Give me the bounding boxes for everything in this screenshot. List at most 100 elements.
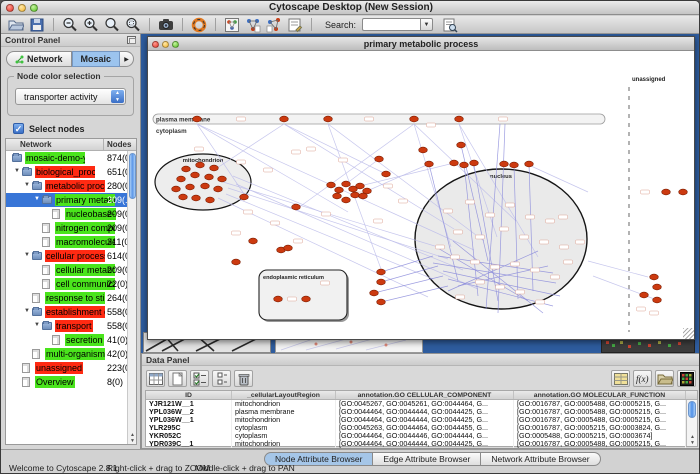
snapshot-camera-icon[interactable] [157,17,175,32]
network-node[interactable] [196,162,205,168]
layout-a-icon[interactable] [244,17,262,32]
network-node[interactable] [274,296,283,302]
expand-arrow-icon[interactable]: ▼ [34,196,40,202]
network-node[interactable] [280,116,289,122]
network-node[interactable] [455,116,464,122]
network-view-titlebar[interactable]: primary metabolic process [148,37,694,51]
tree-row[interactable]: response to stimulu264(0) [6,291,136,305]
tree-row[interactable]: ▼cellular process614(0) [6,249,136,263]
combo-stepper-icon[interactable]: ▲▼ [111,90,124,103]
tab-edge-attribute-browser[interactable]: Edge Attribute Browser [373,452,481,466]
function-builder-icon[interactable]: f(x) [633,370,652,387]
network-node[interactable] [377,279,386,285]
network-node[interactable] [500,161,509,167]
network-node[interactable] [351,192,360,198]
table-scrollbar-thumb[interactable] [688,401,696,418]
tree-row[interactable]: ▼metabolic process280(0) [6,179,136,193]
layout-b-icon[interactable] [265,17,283,32]
tab-mosaic[interactable]: Mosaic [72,51,121,67]
network-node[interactable] [460,162,469,168]
attribute-select-icon[interactable] [146,370,165,387]
node-color-combobox[interactable]: transporter activity ▲▼ [15,88,126,105]
network-node[interactable] [324,116,333,122]
network-node[interactable] [333,193,342,199]
table-scrollbar[interactable]: ▲▼ [686,400,697,446]
tree-row[interactable]: ▼primary metabo209(... [6,193,136,207]
network-node[interactable] [302,296,311,302]
network-node[interactable] [650,274,659,280]
network-view-frame[interactable]: primary metabolic process plasma membran… [147,36,695,340]
float-panel-icon[interactable] [127,36,136,44]
network-node[interactable] [210,165,219,171]
expand-arrow-icon[interactable]: ▼ [24,252,30,258]
network-node[interactable] [218,176,227,182]
resize-grip[interactable] [683,328,694,339]
network-node[interactable] [186,184,195,190]
table-row[interactable]: YJR121W__1mitochondrion[GO:0045267, GO:0… [146,400,697,408]
tree-row[interactable]: macromolecule311(0) [6,235,136,249]
tree-row[interactable]: unassigned223(0) [6,361,136,375]
table-row[interactable]: YPL036W__1mitochondrion[GO:0044464, GO:0… [146,416,697,424]
network-node[interactable] [370,290,379,296]
network-node[interactable] [292,204,301,210]
save-icon[interactable] [28,17,46,32]
table-column-header[interactable]: _cellularLayoutRegion [232,391,336,399]
tree-row[interactable]: Overview8(0) [6,375,136,389]
network-node[interactable] [240,194,249,200]
network-node[interactable] [177,176,186,182]
network-node[interactable] [205,174,214,180]
network-node[interactable] [377,269,386,275]
network-canvas[interactable]: plasma membranecytoplasmmitochondrionnuc… [148,51,694,339]
window-titlebar[interactable]: Cytoscape Desktop (New Session) [1,1,700,15]
attribute-checklist-icon[interactable] [190,370,209,387]
tree-row[interactable]: ▼establishment of lo558(0) [6,305,136,319]
expand-arrow-icon[interactable]: ▼ [34,322,40,328]
matrix-heatmap-icon[interactable] [677,370,696,387]
network-manager-icon[interactable] [223,17,241,32]
tree-row[interactable]: cellular metabo209(0) [6,263,136,277]
network-node[interactable] [425,161,434,167]
network-node[interactable] [327,182,336,188]
table-row[interactable]: YDR039C__1mitochondrion[GO:0044464, GO:0… [146,440,697,448]
zoom-in-icon[interactable] [82,17,100,32]
network-node[interactable] [342,181,351,187]
network-node[interactable] [342,197,351,203]
network-node[interactable] [510,162,519,168]
network-node[interactable] [679,189,688,195]
network-node[interactable] [179,194,188,200]
network-node[interactable] [193,116,202,122]
network-node[interactable] [410,116,419,122]
network-node[interactable] [356,183,365,189]
network-node[interactable] [284,245,293,251]
import-attributes-folder-icon[interactable] [655,370,674,387]
expand-arrow-icon[interactable]: ▼ [24,182,30,188]
tree-row[interactable]: nitrogen compo209(0) [6,221,136,235]
network-node[interactable] [191,172,200,178]
help-ring-icon[interactable] [190,17,208,32]
region-plasma-membrane[interactable] [153,114,605,124]
table-row[interactable]: YKR052Ccytoplasm[GO:0044464, GO:0044446,… [146,432,697,440]
network-node[interactable] [214,186,223,192]
network-node[interactable] [172,186,181,192]
network-node[interactable] [192,195,201,201]
zoom-out-icon[interactable] [61,17,79,32]
network-node[interactable] [232,259,241,265]
network-node[interactable] [419,147,428,153]
table-row[interactable]: YPL036W__2plasma membrane[GO:0044464, GO… [146,408,697,416]
map-attributes-icon[interactable] [611,370,630,387]
tab-scroll-right-icon[interactable]: ▶ [120,51,134,67]
network-node[interactable] [640,292,649,298]
network-node[interactable] [182,166,191,172]
tree-row[interactable]: ▼biological_process651(0) [6,165,136,179]
table-column-header[interactable]: ID [146,391,232,399]
tree-row[interactable]: nucleobase-209(0) [6,207,136,221]
zoom-region-icon[interactable] [124,17,142,32]
expand-arrow-icon[interactable]: ▼ [14,168,20,174]
annotation-icon[interactable] [286,17,304,32]
tree-row[interactable]: mosaic-demo-yeast874(0) [6,151,136,165]
network-node[interactable] [201,183,210,189]
network-node[interactable] [377,299,386,305]
network-node[interactable] [457,142,466,148]
expand-arrow-icon[interactable]: ▼ [24,308,30,314]
network-node[interactable] [249,238,258,244]
